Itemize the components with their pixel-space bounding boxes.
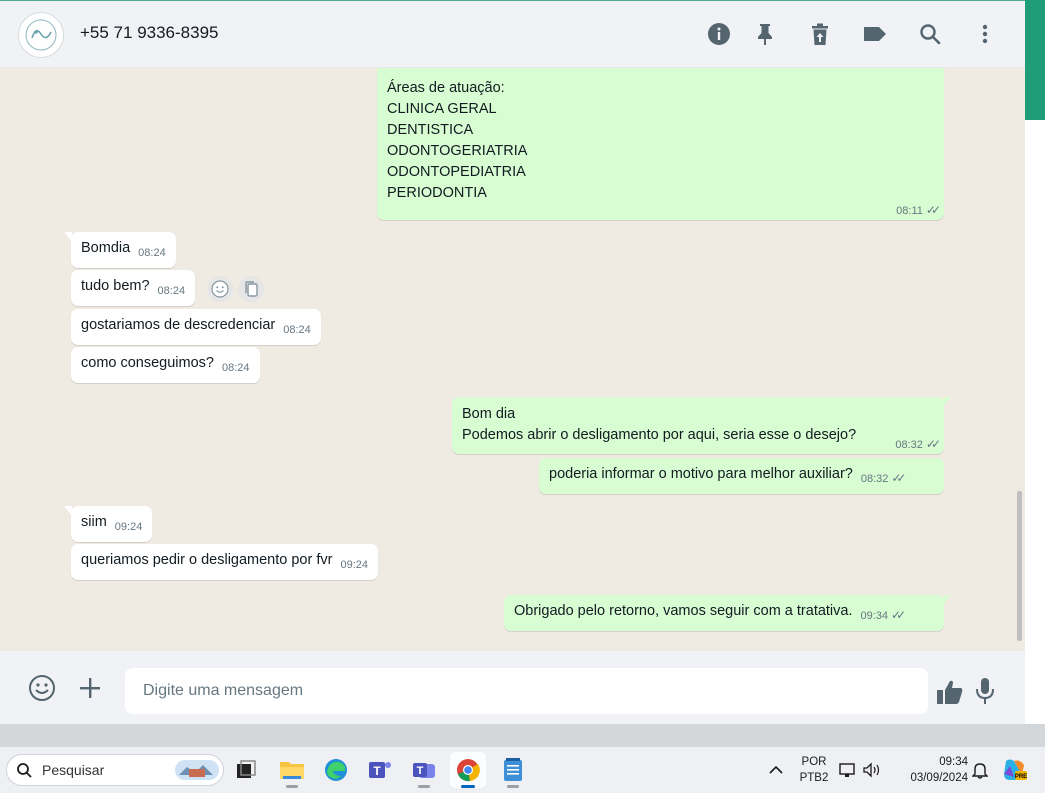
taskbar-search[interactable]: Pesquisar [6, 754, 224, 786]
copy-icon[interactable] [238, 276, 264, 302]
contact-avatar[interactable] [18, 12, 64, 58]
language-code: POR [801, 756, 827, 768]
attach-plus-icon[interactable] [75, 673, 105, 703]
logo-icon [25, 19, 57, 51]
emoji-icon[interactable] [27, 673, 57, 703]
chevron-up-icon[interactable] [758, 752, 794, 788]
active-indicator [461, 785, 475, 788]
double-check-icon: ✓✓ [925, 437, 941, 451]
message-input[interactable] [125, 668, 928, 714]
microphone-icon[interactable] [970, 676, 1000, 706]
double-check-icon: ✓✓ [891, 608, 906, 622]
message-text: tudo bem? [81, 278, 150, 294]
chat-scrollbar[interactable] [1014, 71, 1024, 647]
keyboard-layout: PTB2 [799, 772, 829, 784]
contact-name[interactable]: +55 71 9336-8395 [80, 23, 219, 43]
message-text: PERIODONTIA [387, 185, 487, 201]
windows-taskbar: Pesquisar T T POR PTB2 09:34 03/09/2024 [0, 746, 1045, 793]
message-time: 08:24 [138, 247, 166, 259]
message-time: 08:24 [283, 324, 311, 336]
message-outgoing[interactable]: Bom dia Podemos abrir o desligamento por… [452, 397, 951, 454]
message-outgoing[interactable]: Obrigado pelo retorno, vamos seguir com … [504, 595, 951, 631]
message-time: 09:24 [340, 559, 368, 571]
svg-text:T: T [417, 765, 424, 777]
message-text: Bomdia [81, 240, 131, 256]
message-time: 09:24 [114, 521, 143, 533]
network-volume-tray[interactable] [836, 752, 886, 788]
message-outgoing[interactable]: poderia informar o motivo para melhor au… [539, 458, 944, 494]
search-label: Pesquisar [42, 762, 105, 778]
desktop-background [0, 724, 1045, 746]
message-text: como conseguimos? [81, 355, 214, 371]
system-clock[interactable]: 09:34 03/09/2024 [896, 754, 968, 786]
message-text: siim [81, 514, 107, 530]
message-text: DENTISTICA [387, 122, 474, 138]
message-time: 08:24 [157, 285, 186, 297]
message-text: Podemos abrir o desligamento por aqui, s… [462, 427, 857, 443]
message-incoming[interactable]: queriamos pedir o desligamento por fvr 09… [71, 544, 378, 580]
message-text: queriamos pedir o desligamento por fvr [81, 552, 333, 568]
react-emoji-icon[interactable] [207, 276, 233, 302]
accent-strip [1025, 0, 1045, 120]
message-time: 09:34 [860, 610, 889, 622]
message-text: Bom dia [462, 406, 516, 422]
chat-header: +55 71 9336-8395 [0, 1, 1025, 68]
message-outgoing[interactable]: Áreas de atuação: CLINICA GERAL DENTISTI… [377, 68, 944, 220]
message-text: ODONTOPEDIATRIA [387, 164, 526, 180]
message-list[interactable]: Áreas de atuação: CLINICA GERAL DENTISTI… [0, 68, 1025, 651]
double-check-icon: ✓✓ [891, 471, 906, 485]
message-incoming[interactable]: Bomdia 08:24 [64, 232, 176, 268]
teams-classic-icon[interactable]: T [362, 752, 398, 788]
message-text: CLINICA GERAL [387, 101, 497, 117]
notification-bell-icon[interactable] [962, 752, 998, 788]
message-time: 08:11 [896, 205, 923, 217]
message-time: 08:32 [860, 473, 889, 485]
search-icon [17, 763, 32, 778]
message-incoming[interactable]: gostariamos de descredenciar 08:24 [71, 309, 321, 345]
info-icon[interactable] [705, 20, 733, 48]
pin-icon[interactable] [751, 20, 779, 48]
clock-date: 03/09/2024 [910, 772, 968, 784]
label-icon[interactable] [861, 20, 889, 48]
message-text: poderia informar o motivo para melhor au… [549, 466, 853, 482]
edge-browser-icon[interactable] [318, 752, 354, 788]
message-text: ODONTOGERIATRIA [387, 143, 528, 159]
message-text: Áreas de atuação: [387, 80, 505, 96]
input-language[interactable]: POR PTB2 [796, 754, 832, 786]
teams-icon[interactable]: T [406, 752, 442, 788]
more-options-icon[interactable] [971, 20, 999, 48]
notepad-icon[interactable] [495, 752, 531, 788]
svg-text:PRE: PRE [1015, 774, 1027, 780]
message-incoming[interactable]: como conseguimos? 08:24 [71, 347, 260, 383]
running-indicator [418, 785, 430, 788]
search-highlight-icon [175, 760, 219, 780]
scrollbar-thumb[interactable] [1017, 491, 1022, 641]
copilot-icon[interactable]: PRE [996, 752, 1032, 788]
message-text: gostariamos de descredenciar [81, 317, 276, 333]
delete-icon[interactable] [806, 20, 834, 48]
message-time: 08:24 [222, 362, 250, 374]
message-time: 08:32 [895, 439, 923, 451]
chrome-icon[interactable] [450, 752, 486, 788]
composer-bar [0, 651, 1025, 725]
svg-text:T: T [373, 764, 381, 778]
thumbs-up-icon[interactable] [935, 677, 965, 707]
whatsapp-window: +55 71 9336-8395 Áreas de atuação: CLINI… [0, 0, 1025, 725]
message-incoming[interactable]: siim 09:24 [63, 506, 153, 542]
file-explorer-icon[interactable] [274, 752, 310, 788]
message-incoming[interactable]: tudo bem? 08:24 [71, 270, 196, 306]
running-indicator [286, 785, 298, 788]
running-indicator [507, 785, 519, 788]
clock-time: 09:34 [939, 756, 968, 768]
search-icon[interactable] [916, 20, 944, 48]
message-text: Obrigado pelo retorno, vamos seguir com … [514, 603, 853, 619]
task-view-icon[interactable] [228, 752, 264, 788]
double-check-icon: ✓✓ [925, 203, 941, 217]
